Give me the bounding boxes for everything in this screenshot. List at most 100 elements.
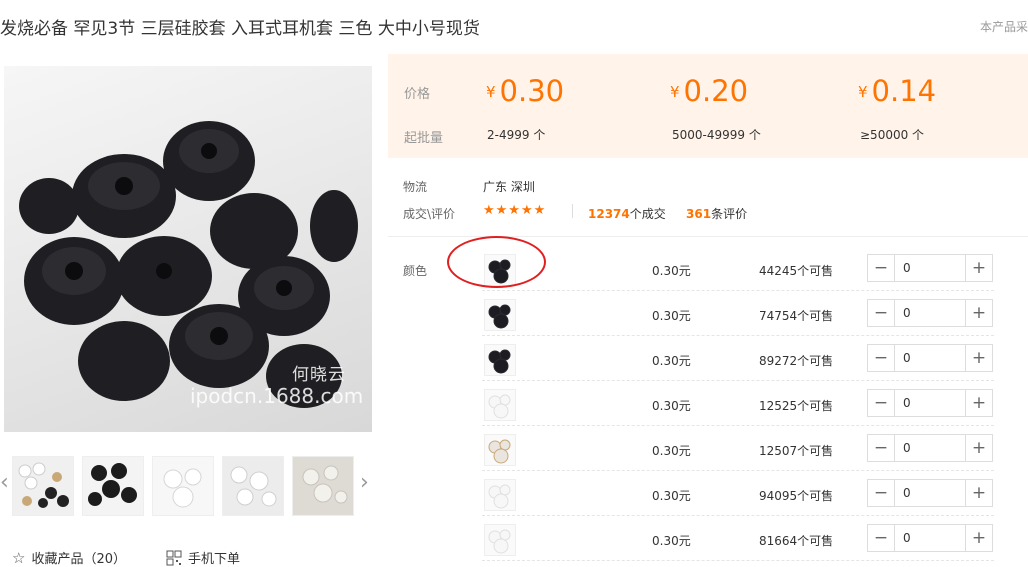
variant-swatch[interactable] bbox=[484, 479, 516, 511]
thumb-prev-arrow[interactable]: ‹ bbox=[0, 470, 9, 495]
variant-swatch-image bbox=[485, 435, 515, 465]
variant-swatch[interactable] bbox=[484, 299, 516, 331]
variant-row: 0.30元 12507个可售 −0 + bbox=[482, 426, 994, 471]
variant-swatch-image bbox=[485, 345, 515, 375]
increase-button[interactable]: + bbox=[966, 255, 992, 281]
quantity-stepper: −0 + bbox=[867, 434, 993, 462]
variant-stock: 12507个可售 bbox=[759, 444, 834, 458]
variant-row: 0.30元 94095个可售 −0 + bbox=[482, 471, 994, 516]
thumb-next-arrow[interactable]: › bbox=[360, 470, 369, 495]
variant-swatch-image bbox=[485, 480, 515, 510]
logistics-value: 广东 深圳 bbox=[483, 180, 535, 194]
variant-price: 0.30元 bbox=[652, 489, 691, 503]
variant-swatch-image bbox=[485, 390, 515, 420]
thumbnail-2-image bbox=[83, 457, 143, 515]
mobile-label: 手机下单 bbox=[188, 552, 241, 567]
thumbnail-5[interactable] bbox=[292, 456, 354, 516]
increase-button[interactable]: + bbox=[966, 390, 992, 416]
variant-row: 0.30元 81664个可售 −0 + bbox=[482, 516, 994, 561]
watermark-name: 何晓云 bbox=[292, 365, 346, 385]
quantity-input[interactable]: 0 bbox=[894, 480, 966, 506]
quantity-input[interactable]: 0 bbox=[894, 300, 966, 326]
moq-label: 起批量 bbox=[404, 131, 444, 146]
decrease-button[interactable]: − bbox=[868, 255, 894, 281]
variant-swatch[interactable] bbox=[484, 524, 516, 556]
qr-code-icon bbox=[166, 550, 182, 565]
decrease-button[interactable]: − bbox=[868, 300, 894, 326]
variant-row: 0.30元 74754个可售 −0 + bbox=[482, 291, 994, 336]
deals-count[interactable]: 12374个成交 bbox=[588, 205, 666, 222]
review-count[interactable]: 361条评价 bbox=[686, 205, 747, 222]
quantity-input[interactable]: 0 bbox=[894, 345, 966, 371]
color-label: 颜色 bbox=[403, 264, 428, 278]
increase-button[interactable]: + bbox=[966, 480, 992, 506]
variant-swatch[interactable] bbox=[484, 434, 516, 466]
variant-swatch-image bbox=[485, 300, 515, 330]
variant-stock: 74754个可售 bbox=[759, 309, 834, 323]
variant-stock: 94095个可售 bbox=[759, 489, 834, 503]
quantity-input[interactable]: 0 bbox=[894, 435, 966, 461]
variant-price: 0.30元 bbox=[652, 399, 691, 413]
variant-swatch-image bbox=[485, 525, 515, 555]
variant-swatch[interactable] bbox=[484, 389, 516, 421]
variant-row: 0.30元 89272个可售 −0 + bbox=[482, 336, 994, 381]
thumbnail-3-image bbox=[153, 457, 213, 515]
annotation-circle bbox=[447, 236, 546, 288]
variant-price: 0.30元 bbox=[652, 534, 691, 548]
quantity-stepper: −0 + bbox=[867, 254, 993, 282]
variant-price: 0.30元 bbox=[652, 264, 691, 278]
quantity-stepper: −0 + bbox=[867, 299, 993, 327]
quantity-stepper: −0 + bbox=[867, 524, 993, 552]
tier-2-price: ¥0.20 bbox=[670, 74, 749, 108]
decrease-button[interactable]: − bbox=[868, 345, 894, 371]
variant-stock: 12525个可售 bbox=[759, 399, 834, 413]
price-panel: 价格 起批量 ¥0.30 ¥0.20 ¥0.14 2-4999 个 5000-4… bbox=[388, 54, 1028, 158]
variant-row: 0.30元 44245个可售 −0 + bbox=[482, 246, 994, 291]
variant-price: 0.30元 bbox=[652, 444, 691, 458]
decrease-button[interactable]: − bbox=[868, 480, 894, 506]
increase-button[interactable]: + bbox=[966, 300, 992, 326]
thumbnail-3[interactable] bbox=[152, 456, 214, 516]
quantity-stepper: −0 + bbox=[867, 389, 993, 417]
tier-1-qty: 2-4999 个 bbox=[487, 128, 546, 142]
quantity-input[interactable]: 0 bbox=[894, 525, 966, 551]
variant-stock: 89272个可售 bbox=[759, 354, 834, 368]
decrease-button[interactable]: − bbox=[868, 525, 894, 551]
quantity-input[interactable]: 0 bbox=[894, 255, 966, 281]
favorite-product[interactable]: ☆ 收藏产品（20） bbox=[12, 548, 126, 567]
tier-1-price: ¥0.30 bbox=[486, 74, 565, 108]
increase-button[interactable]: + bbox=[966, 435, 992, 461]
tier-3-qty: ≥50000 个 bbox=[860, 128, 925, 142]
thumbnail-2[interactable] bbox=[82, 456, 144, 516]
increase-button[interactable]: + bbox=[966, 525, 992, 551]
decrease-button[interactable]: − bbox=[868, 435, 894, 461]
price-label: 价格 bbox=[404, 87, 431, 102]
thumbnail-4-image bbox=[223, 457, 283, 515]
product-title: 发烧必备 罕见3节 三层硅胶套 入耳式耳机套 三色 大中小号现货 bbox=[0, 19, 480, 39]
variant-stock: 81664个可售 bbox=[759, 534, 834, 548]
divider bbox=[572, 204, 573, 218]
tier-3-price: ¥0.14 bbox=[858, 74, 937, 108]
thumbnail-1[interactable] bbox=[12, 456, 74, 516]
variant-price: 0.30元 bbox=[652, 354, 691, 368]
mobile-order[interactable]: 手机下单 bbox=[166, 548, 240, 567]
quantity-stepper: −0 + bbox=[867, 344, 993, 372]
reviews-label: 成交\评价 bbox=[403, 207, 456, 221]
favorite-label: 收藏产品（20） bbox=[31, 552, 126, 567]
thumbnail-1-image bbox=[13, 457, 73, 515]
increase-button[interactable]: + bbox=[966, 345, 992, 371]
main-product-image[interactable]: 何晓云 ipodcn.1688.com bbox=[4, 66, 372, 432]
star-outline-icon: ☆ bbox=[12, 548, 26, 567]
tier-2-qty: 5000-49999 个 bbox=[672, 128, 761, 142]
variant-row: 0.30元 12525个可售 −0 + bbox=[482, 381, 994, 426]
row-divider bbox=[482, 559, 994, 561]
decrease-button[interactable]: − bbox=[868, 390, 894, 416]
thumbnail-4[interactable] bbox=[222, 456, 284, 516]
rating-stars: ★★★★★ bbox=[483, 203, 547, 218]
quantity-stepper: −0 + bbox=[867, 479, 993, 507]
watermark-site: ipodcn.1688.com bbox=[190, 384, 364, 408]
thumbnail-5-image bbox=[293, 457, 353, 515]
variant-price: 0.30元 bbox=[652, 309, 691, 323]
quantity-input[interactable]: 0 bbox=[894, 390, 966, 416]
variant-swatch[interactable] bbox=[484, 344, 516, 376]
